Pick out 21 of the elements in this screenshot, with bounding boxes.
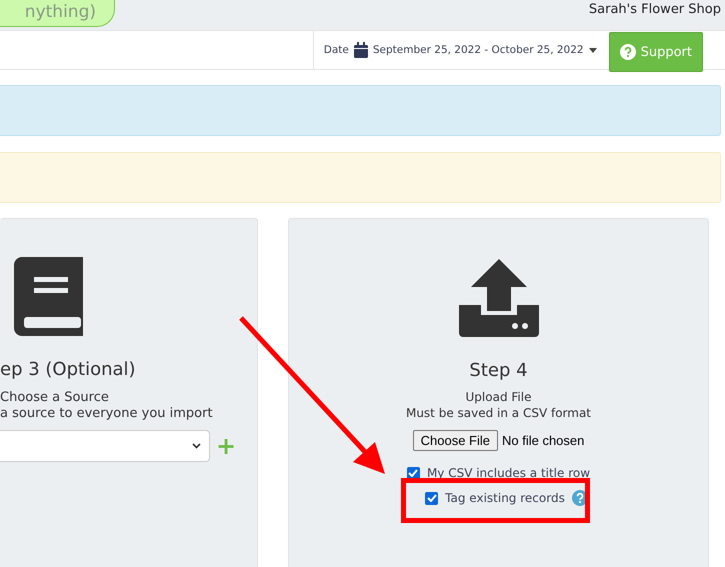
step-subtitle: Upload File	[466, 390, 532, 404]
caret-icon[interactable]	[588, 48, 597, 52]
checkbox[interactable]	[425, 492, 438, 504]
help-icon[interactable]	[572, 490, 588, 506]
step-subtitle: Choose a Source	[0, 390, 109, 405]
date-label: Date	[324, 44, 349, 56]
step-description: Must be saved in a CSV format	[406, 406, 592, 420]
step-title: ep 3 (Optional)	[0, 359, 136, 380]
account-name[interactable]: Sarah's Flower Shop	[588, 2, 721, 17]
step-description: a source to everyone you import	[0, 406, 213, 421]
calendar-icon	[354, 42, 368, 58]
choose-file-button[interactable]: Choose File	[412, 430, 498, 451]
file-status: No file chosen	[502, 433, 584, 448]
help-icon	[620, 44, 636, 60]
chevron-icon	[192, 443, 201, 449]
checkbox[interactable]	[406, 466, 420, 480]
upload-icon	[458, 259, 538, 337]
checkbox-label: Tag existing records	[445, 491, 565, 505]
date-range-dropdown[interactable]: September 25, 2022 - October 25, 2022	[372, 44, 584, 56]
step-title: Step 4	[469, 360, 528, 381]
book-icon	[14, 257, 83, 336]
